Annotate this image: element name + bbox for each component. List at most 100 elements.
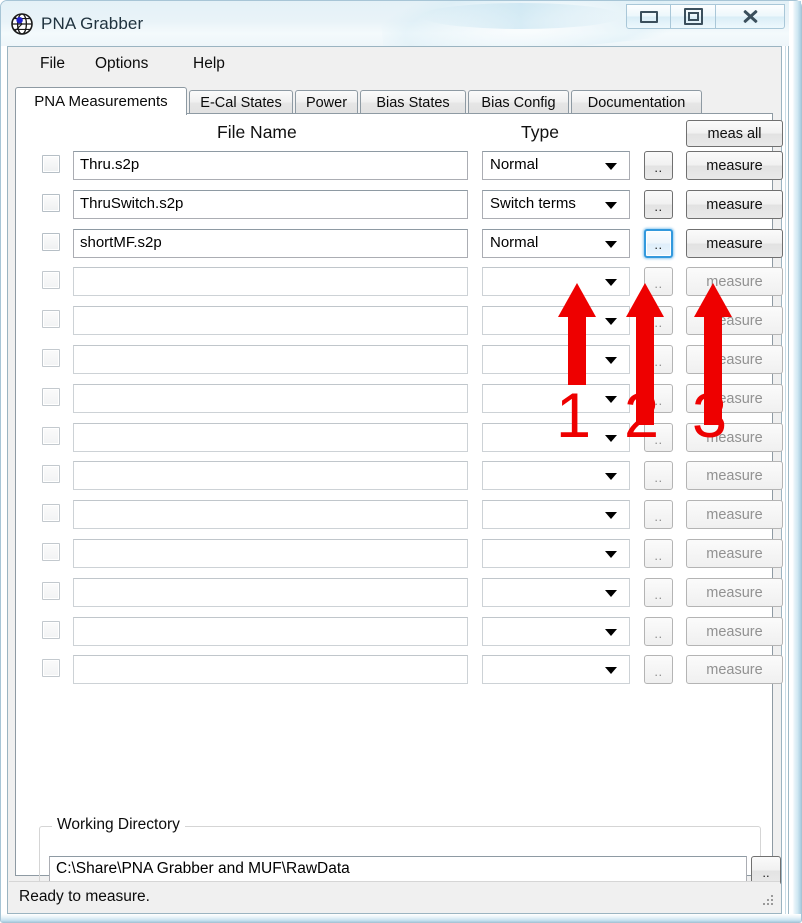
type-dropdown[interactable]: Switch terms bbox=[482, 190, 630, 219]
file-name-input[interactable] bbox=[73, 500, 468, 529]
type-dropdown[interactable] bbox=[482, 539, 630, 568]
type-dropdown[interactable] bbox=[482, 617, 630, 646]
row-checkbox[interactable] bbox=[42, 194, 60, 212]
chevron-down-icon bbox=[605, 473, 617, 480]
row-checkbox[interactable] bbox=[42, 310, 60, 328]
measure-button[interactable]: measure bbox=[686, 500, 783, 529]
tab-bias-states[interactable]: Bias States bbox=[360, 90, 466, 114]
table-row: Thru.s2p Normal.. measure bbox=[16, 151, 783, 183]
minimize-button[interactable] bbox=[626, 4, 671, 29]
maximize-icon bbox=[683, 8, 703, 25]
file-name-input[interactable] bbox=[73, 617, 468, 646]
file-name-input[interactable]: ThruSwitch.s2p bbox=[73, 190, 468, 219]
type-dropdown[interactable] bbox=[482, 267, 630, 296]
file-name-input[interactable] bbox=[73, 461, 468, 490]
chevron-down-icon bbox=[605, 667, 617, 674]
browse-button[interactable]: .. bbox=[644, 461, 673, 490]
measure-button[interactable]: measure bbox=[686, 461, 783, 490]
row-checkbox[interactable] bbox=[42, 388, 60, 406]
row-checkbox[interactable] bbox=[42, 543, 60, 561]
menu-item-help[interactable]: Help bbox=[186, 53, 232, 75]
table-row: .. measure bbox=[16, 655, 783, 687]
file-name-input[interactable]: shortMF.s2p bbox=[73, 229, 468, 258]
window-edge-bottom bbox=[1, 914, 801, 922]
browse-button[interactable]: .. bbox=[644, 229, 673, 258]
type-dropdown[interactable] bbox=[482, 306, 630, 335]
row-checkbox[interactable] bbox=[42, 582, 60, 600]
measure-button[interactable]: measure bbox=[686, 539, 783, 568]
close-button[interactable] bbox=[716, 4, 785, 29]
file-name-input[interactable] bbox=[73, 655, 468, 684]
file-name-input[interactable] bbox=[73, 578, 468, 607]
working-directory-legend: Working Directory bbox=[52, 816, 185, 834]
tab-ecal-states[interactable]: E-Cal States bbox=[189, 90, 293, 114]
row-checkbox[interactable] bbox=[42, 155, 60, 173]
type-dropdown[interactable] bbox=[482, 500, 630, 529]
file-name-input[interactable] bbox=[73, 423, 468, 452]
type-dropdown[interactable] bbox=[482, 461, 630, 490]
row-checkbox[interactable] bbox=[42, 233, 60, 251]
row-checkbox[interactable] bbox=[42, 504, 60, 522]
menu-item-options[interactable]: Options bbox=[88, 53, 155, 75]
row-checkbox[interactable] bbox=[42, 621, 60, 639]
browse-button[interactable]: .. bbox=[644, 500, 673, 529]
working-directory-input[interactable]: C:\Share\PNA Grabber and MUF\RawData bbox=[49, 856, 747, 884]
resize-grip-icon[interactable] bbox=[762, 895, 775, 908]
chevron-down-icon bbox=[605, 241, 617, 248]
tab-pna-measurements[interactable]: PNA Measurements bbox=[15, 87, 187, 115]
chevron-down-icon bbox=[605, 396, 617, 403]
window-edge-right-line bbox=[788, 46, 789, 921]
row-checkbox[interactable] bbox=[42, 465, 60, 483]
browse-button[interactable]: .. bbox=[644, 151, 673, 180]
maximize-button[interactable] bbox=[671, 4, 716, 29]
measure-button[interactable]: measure bbox=[686, 578, 783, 607]
tab-documentation[interactable]: Documentation bbox=[571, 90, 702, 114]
menu-bar: File Options Help bbox=[8, 47, 781, 78]
table-row: .. measure bbox=[16, 617, 783, 649]
column-header-file-name: File Name bbox=[217, 122, 297, 142]
row-checkbox[interactable] bbox=[42, 271, 60, 289]
tab-power[interactable]: Power bbox=[295, 90, 358, 114]
client-area: File Options Help PNA Measurements E-Cal… bbox=[7, 46, 783, 914]
browse-button[interactable]: .. bbox=[644, 578, 673, 607]
file-name-input[interactable] bbox=[73, 267, 468, 296]
chevron-down-icon bbox=[605, 163, 617, 170]
measure-button[interactable]: measure bbox=[686, 151, 783, 180]
table-row: .. measure bbox=[16, 578, 783, 610]
row-checkbox[interactable] bbox=[42, 427, 60, 445]
meas-all-button[interactable]: meas all bbox=[686, 120, 783, 147]
measure-button[interactable]: measure bbox=[686, 655, 783, 684]
type-dropdown[interactable]: Normal bbox=[482, 229, 630, 258]
file-name-input[interactable]: Thru.s2p bbox=[73, 151, 468, 180]
file-name-input[interactable] bbox=[73, 539, 468, 568]
browse-button[interactable]: .. bbox=[644, 539, 673, 568]
chevron-down-icon bbox=[605, 279, 617, 286]
row-checkbox[interactable] bbox=[42, 659, 60, 677]
chevron-down-icon bbox=[605, 590, 617, 597]
menu-item-file[interactable]: File bbox=[33, 53, 72, 75]
tab-bias-config[interactable]: Bias Config bbox=[468, 90, 569, 114]
browse-button[interactable]: .. bbox=[644, 655, 673, 684]
globe-icon bbox=[10, 12, 34, 36]
file-name-input[interactable] bbox=[73, 306, 468, 335]
table-row: ThruSwitch.s2p Switch terms.. measure bbox=[16, 190, 783, 222]
chevron-down-icon bbox=[605, 202, 617, 209]
annotation-number-1: 1 bbox=[556, 381, 592, 451]
window-edge-right-line-inner bbox=[785, 46, 786, 921]
type-dropdown[interactable] bbox=[482, 578, 630, 607]
measure-button[interactable]: measure bbox=[686, 190, 783, 219]
browse-button[interactable]: .. bbox=[644, 190, 673, 219]
type-dropdown[interactable] bbox=[482, 655, 630, 684]
window-title: PNA Grabber bbox=[41, 14, 144, 33]
file-name-input[interactable] bbox=[73, 384, 468, 413]
browse-button[interactable]: .. bbox=[644, 617, 673, 646]
measure-button[interactable]: measure bbox=[686, 617, 783, 646]
measure-button[interactable]: measure bbox=[686, 229, 783, 258]
type-dropdown[interactable] bbox=[482, 345, 630, 374]
window-buttons bbox=[626, 4, 785, 29]
file-name-input[interactable] bbox=[73, 345, 468, 374]
type-dropdown-value: Normal bbox=[490, 234, 539, 251]
row-checkbox[interactable] bbox=[42, 349, 60, 367]
type-dropdown[interactable]: Normal bbox=[482, 151, 630, 180]
title-bar: PNA Grabber bbox=[0, 0, 802, 46]
